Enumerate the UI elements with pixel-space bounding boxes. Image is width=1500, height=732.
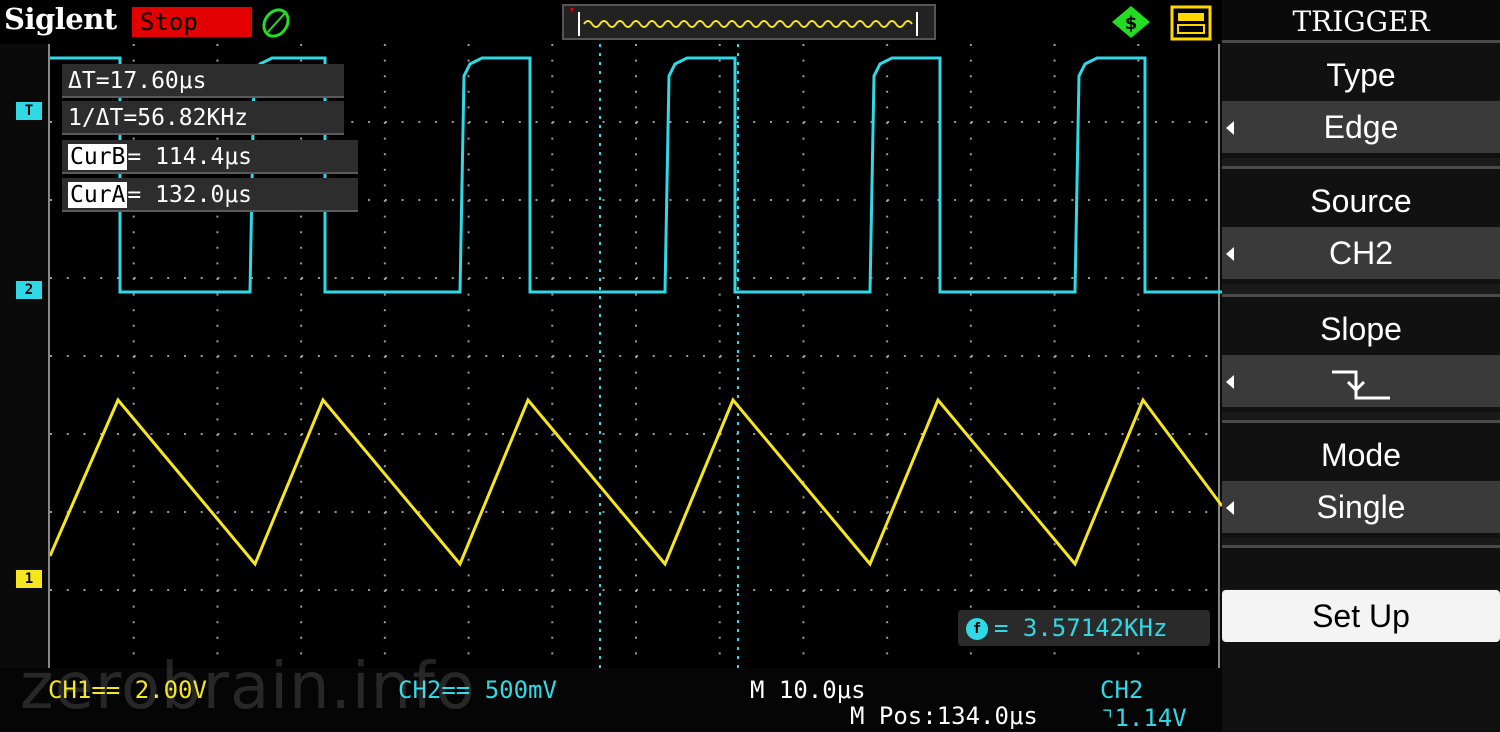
waveform-display[interactable] (48, 44, 1222, 668)
cursor-a-readout: CurA= 132.0μs (62, 178, 358, 212)
memory-position-label: M Pos:134.0μs (850, 702, 1038, 730)
svg-text:$: $ (1125, 13, 1138, 34)
menu-slope-label: Slope (1320, 311, 1402, 347)
menu-empty-slot (1222, 545, 1500, 589)
menu-source-button[interactable]: Source CH2 (1222, 166, 1500, 284)
trigger-menu-panel: TRIGGER Type Edge Source CH2 Slope Mode … (1222, 0, 1500, 731)
trigger-level-marker[interactable]: T (16, 102, 42, 120)
selector-arrow-icon (1226, 121, 1234, 135)
menu-type-value: Edge (1222, 101, 1500, 153)
ch1-ground-marker[interactable]: 1 (16, 570, 42, 588)
watermark-text: zerobrain.info (20, 650, 476, 724)
delta-t-readout: ΔT=17.60μs (62, 64, 344, 98)
ch2-ground-marker[interactable]: 2 (16, 281, 42, 299)
menu-source-value: CH2 (1222, 227, 1500, 279)
menu-slope-value (1222, 355, 1500, 407)
cursor-b-tag: CurB (68, 144, 128, 170)
cursor-a-tag: CurA (68, 182, 128, 208)
usb-status-icon: $ (1110, 4, 1152, 40)
menu-footer (1222, 642, 1500, 731)
top-status-bar: Siglent Stop $ (0, 0, 1222, 44)
menu-slope-button[interactable]: Slope (1222, 294, 1500, 412)
menu-type-label: Type (1326, 57, 1396, 93)
cursor-b-value: = 114.4μs (127, 144, 253, 170)
menu-title: TRIGGER (1222, 0, 1500, 40)
cursor-b-readout: CurB= 114.4μs (62, 140, 358, 174)
cursor-a-value: = 132.0μs (127, 182, 253, 208)
frequency-value: = 3.57142KHz (994, 614, 1168, 642)
menu-mode-button[interactable]: Mode Single (1222, 420, 1500, 538)
menu-setup-button[interactable]: Set Up (1222, 590, 1500, 642)
selector-arrow-icon (1226, 247, 1234, 261)
printer-icon (1168, 3, 1214, 43)
menu-mode-value: Single (1222, 481, 1500, 533)
timebase-label[interactable]: M 10.0μs (750, 676, 866, 704)
brand-logo: Siglent (4, 2, 117, 36)
run-state-badge[interactable]: Stop (132, 7, 252, 37)
inverse-delta-t-readout: 1/ΔT=56.82KHz (62, 101, 344, 135)
frequency-counter: f = 3.57142KHz (958, 610, 1210, 646)
menu-type-button[interactable]: Type Edge (1222, 40, 1500, 158)
memory-position-bar[interactable] (562, 4, 936, 40)
selector-arrow-icon (1226, 501, 1234, 515)
falling-edge-icon (1332, 370, 1390, 400)
selector-arrow-icon (1226, 375, 1234, 389)
frequency-icon: f (966, 618, 988, 640)
trigger-info-label: CH2 ⌝1.14V (1100, 676, 1187, 732)
acquire-mode-icon (258, 6, 294, 40)
menu-mode-label: Mode (1320, 437, 1402, 473)
menu-source-label: Source (1310, 183, 1412, 219)
